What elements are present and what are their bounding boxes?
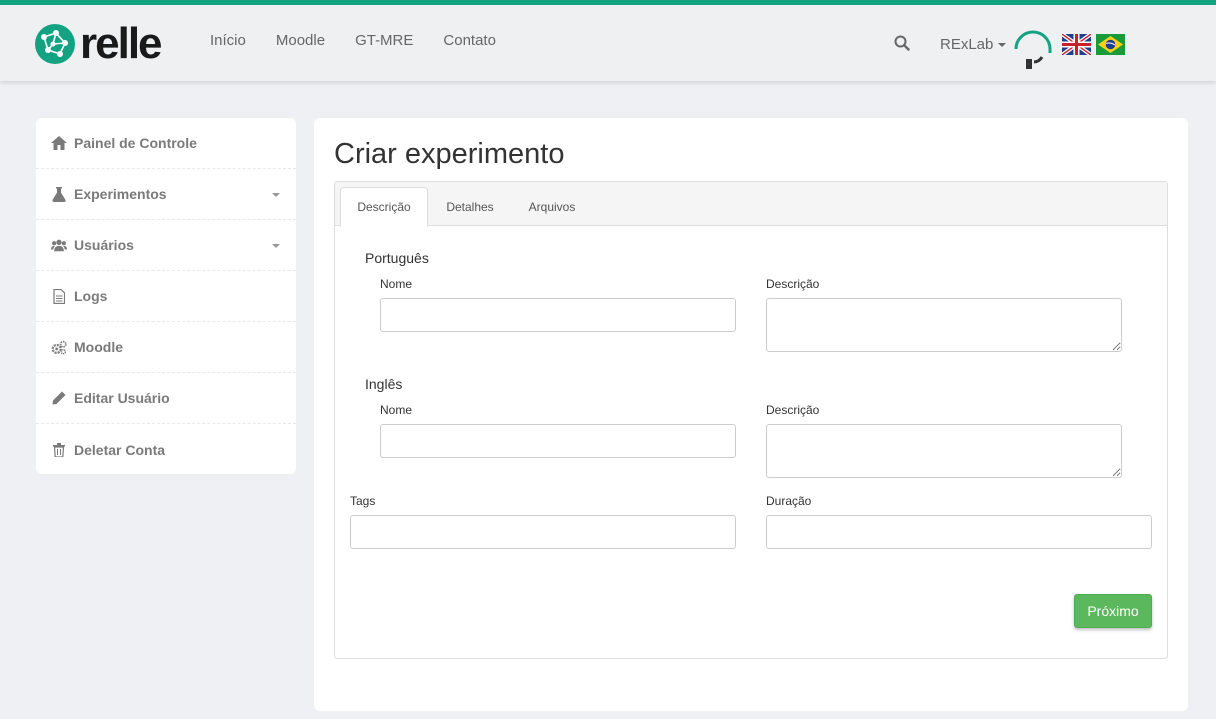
home-icon [51, 135, 67, 151]
rexlab-logo [1012, 29, 1054, 76]
sidebar-item-usuarios[interactable]: Usuários [36, 220, 296, 271]
main-nav: Início Moodle GT-MRE Contato [210, 32, 526, 50]
main-panel: Criar experimento Descrição Detalhes Arq… [314, 118, 1188, 711]
tab-arquivos[interactable]: Arquivos [515, 187, 589, 227]
sidebar-item-label: Painel de Controle [74, 135, 197, 151]
next-button[interactable]: Próximo [1074, 594, 1152, 628]
sidebar-item-label: Moodle [74, 339, 123, 355]
caret-down-icon [272, 244, 280, 248]
sidebar: Painel de Controle Experimentos Usuários… [36, 118, 296, 474]
sidebar-item-deletar-conta[interactable]: Deletar Conta [36, 424, 296, 475]
relle-logo[interactable]: relle [34, 19, 163, 68]
gears-icon [51, 339, 67, 355]
sidebar-item-label: Editar Usuário [74, 390, 170, 406]
en-name-label: Nome [380, 403, 413, 417]
nav-inicio[interactable]: Início [210, 32, 246, 50]
tab-panel: Descrição Detalhes Arquivos Português No… [334, 181, 1168, 659]
trash-icon [51, 442, 67, 458]
sidebar-item-moodle[interactable]: Moodle [36, 322, 296, 373]
pt-description-label: Descrição [766, 277, 820, 291]
logo-text: relle [80, 19, 163, 68]
sidebar-item-logs[interactable]: Logs [36, 271, 296, 322]
tags-label: Tags [350, 494, 376, 508]
pt-name-input[interactable] [380, 298, 736, 332]
nav-contato[interactable]: Contato [443, 32, 496, 50]
en-description-textarea[interactable] [766, 424, 1122, 478]
pt-description-textarea[interactable] [766, 298, 1122, 352]
document-icon [51, 288, 67, 304]
en-name-input[interactable] [380, 424, 736, 458]
duration-input[interactable] [766, 515, 1152, 549]
caret-down-icon [998, 42, 1007, 47]
pencil-icon [51, 390, 67, 406]
tab-bar: Descrição Detalhes Arquivos [335, 182, 1167, 227]
network-globe-icon [35, 24, 75, 64]
flask-icon [51, 186, 67, 202]
en-description-label: Descrição [766, 403, 820, 417]
sidebar-item-experimentos[interactable]: Experimentos [36, 169, 296, 220]
section-ingles: Inglês [365, 376, 403, 392]
uk-flag-icon[interactable] [1060, 32, 1093, 57]
tags-input[interactable] [350, 515, 736, 549]
nav-gt-mre[interactable]: GT-MRE [355, 32, 413, 50]
caret-down-icon [272, 193, 280, 197]
sidebar-item-label: Usuários [74, 237, 134, 253]
sidebar-item-label: Experimentos [74, 186, 167, 202]
pt-name-label: Nome [380, 277, 413, 291]
sidebar-item-label: Deletar Conta [74, 441, 166, 458]
sidebar-item-painel-de-controle[interactable]: Painel de Controle [36, 118, 296, 169]
search-icon[interactable] [894, 35, 910, 56]
tab-detalhes[interactable]: Detalhes [433, 187, 507, 227]
user-menu-dropdown[interactable]: RExLab [940, 36, 1007, 53]
top-navbar: relle Início Moodle GT-MRE Contato RExLa… [0, 0, 1216, 81]
nav-moodle[interactable]: Moodle [276, 32, 325, 50]
sidebar-item-editar-usuario[interactable]: Editar Usuário [36, 373, 296, 424]
users-icon [51, 237, 67, 253]
user-menu-label: RExLab [940, 36, 994, 53]
sidebar-item-label: Logs [74, 288, 108, 304]
brazil-flag-icon[interactable] [1096, 34, 1125, 55]
section-portugues: Português [365, 250, 429, 266]
tab-descricao[interactable]: Descrição [340, 187, 428, 227]
duration-label: Duração [766, 494, 812, 508]
page-title: Criar experimento [334, 138, 565, 170]
